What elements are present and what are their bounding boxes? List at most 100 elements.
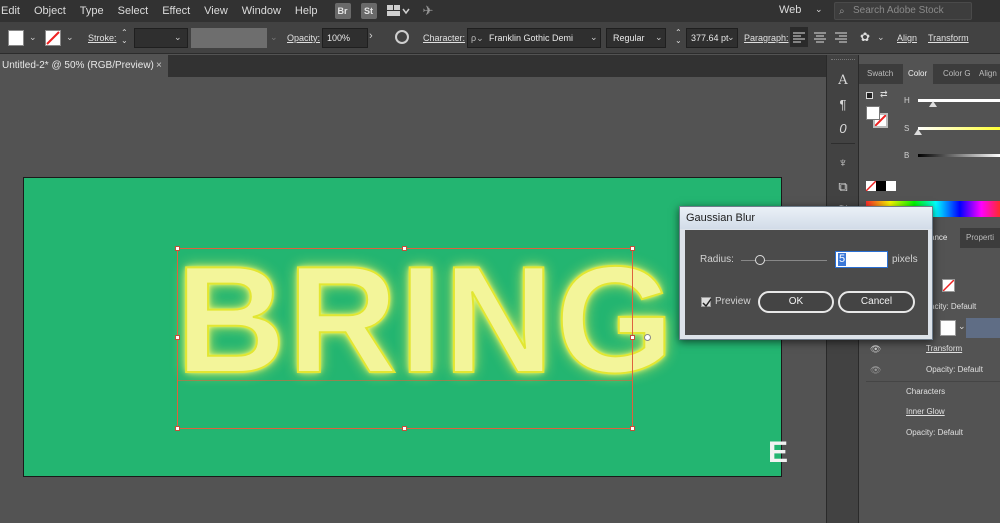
swap-fill-stroke-icon[interactable]: ⇄ [880,89,888,100]
font-size-chevron-icon[interactable]: ⌄ [727,32,735,43]
saturation-label: S [904,124,910,133]
document-tab-bar: Untitled-2* @ 50% (RGB/Preview) × [0,55,826,77]
variable-width-profile[interactable] [191,28,267,48]
search-placeholder: Search Adobe Stock [853,5,944,16]
preview-label[interactable]: Preview [715,296,751,307]
puppet-warp-icon[interactable]: ♆ [835,155,851,171]
appearance-stroke-swatch[interactable] [942,279,955,292]
radius-input[interactable]: 5 [835,251,888,268]
selection-handle-tl[interactable] [175,246,180,251]
transform-label[interactable]: Transform [928,33,969,43]
arrange-documents-icon[interactable] [386,5,410,17]
align-center-button[interactable] [811,27,829,47]
stroke-label[interactable]: Stroke: [88,33,117,43]
stroke-weight-chevron-icon[interactable]: ⌄ [174,32,182,43]
font-style-chevron-icon[interactable]: ⌄ [655,32,663,43]
profile-chevron-icon[interactable]: ⌄ [270,32,278,43]
paragraph-panel-icon[interactable]: ¶ [835,97,851,113]
gpu-rocket-icon[interactable]: ✈ [423,3,434,19]
tab-align[interactable]: Align [979,64,997,84]
touch-type-chevron-icon[interactable]: ⌄ [877,32,885,43]
watermark-logo: E [768,436,789,469]
search-adobe-stock-input[interactable]: ⌕ Search Adobe Stock [834,2,972,20]
selection-handle-ml[interactable] [175,335,180,340]
appearance-row-inner-glow[interactable]: Inner Glow [866,402,1000,422]
saturation-slider-thumb[interactable] [914,129,922,135]
document-tab-title: Untitled-2* @ 50% (RGB/Preview) [2,60,154,71]
opacity-arrow-icon[interactable]: › [369,30,373,42]
appearance-row-characters[interactable]: Characters [866,381,1000,401]
image-trace-icon[interactable]: ⧉ [835,179,851,195]
tab-swatches[interactable]: Swatch [867,64,893,84]
menu-type[interactable]: Type [73,0,111,22]
search-icon: ⌕ [839,6,845,17]
hue-slider-thumb[interactable] [929,101,937,107]
tab-color-guide[interactable]: Color G [943,64,971,84]
selection-handle-bm[interactable] [402,426,407,431]
font-family-chevron-icon[interactable]: ⌄ [590,32,598,43]
close-icon[interactable]: × [156,55,162,77]
opacity-label[interactable]: Opacity: [287,33,320,43]
panel-grip[interactable] [831,59,855,62]
radius-slider-thumb[interactable] [755,255,765,265]
opentype-panel-icon[interactable]: 0 [835,121,851,137]
default-fill-stroke-icon[interactable] [866,92,873,99]
document-tab[interactable]: Untitled-2* @ 50% (RGB/Preview) × [0,55,168,77]
menu-help[interactable]: Help [288,0,325,22]
stock-icon[interactable]: St [360,3,377,19]
menu-effect[interactable]: Effect [155,0,197,22]
menu-view[interactable]: View [197,0,235,22]
character-label[interactable]: Character: [423,33,465,43]
color-panel-tabs: Swatch Color Color G Align [859,64,1000,84]
tab-properties[interactable]: Properti [966,228,994,248]
artboard-text[interactable]: BRING [175,243,675,397]
stroke-stepper-icon[interactable]: ⌃ ⌄ [121,29,128,45]
strip-divider [831,143,855,144]
black-swatch[interactable] [876,181,886,191]
menu-edit[interactable]: Edit [0,0,27,22]
menu-object[interactable]: Object [27,0,73,22]
character-panel-icon[interactable]: A [835,73,851,89]
align-left-button[interactable] [790,27,808,47]
appearance-row-transform[interactable]: Transform [866,339,1000,359]
text-overflow-port[interactable] [644,334,651,341]
radius-unit: pixels [892,254,918,265]
appearance-row-opacity-2[interactable]: Opacity: Default [866,360,1000,380]
font-size-stepper-icon[interactable]: ⌃ ⌄ [675,29,682,45]
stroke-none-swatch[interactable] [45,30,61,46]
bridge-icon[interactable]: Br [334,3,351,19]
selection-handle-tm[interactable] [402,246,407,251]
none-swatch[interactable] [865,180,877,192]
fill-swatch[interactable] [8,30,24,46]
fill-dropdown-chevron-icon[interactable]: ⌄ [29,32,37,43]
brightness-slider[interactable] [918,154,1000,157]
touch-type-icon[interactable]: ✿ [860,30,870,44]
radius-slider-track[interactable] [741,260,827,261]
saturation-slider[interactable] [918,127,1000,130]
selection-handle-bl[interactable] [175,426,180,431]
menu-window[interactable]: Window [235,0,288,22]
cancel-button[interactable]: Cancel [838,291,915,313]
fill-color-swatch[interactable] [866,106,880,120]
recolor-artwork-icon[interactable] [395,30,409,44]
font-family-field[interactable]: ρ⌄ Franklin Gothic Demi [467,28,601,48]
appearance-fill-chevron-icon[interactable]: ⌄ [958,321,966,332]
align-right-button[interactable] [832,27,850,47]
white-swatch[interactable] [886,181,896,191]
ok-button[interactable]: OK [758,291,834,313]
workspace-switcher[interactable]: Web ⌄ [770,3,830,19]
opacity-field[interactable]: 100% [322,28,368,48]
selection-handle-tr[interactable] [630,246,635,251]
selection-handle-mr[interactable] [630,335,635,340]
align-label[interactable]: Align [897,33,917,43]
tab-color[interactable]: Color [903,64,933,84]
menu-select[interactable]: Select [111,0,156,22]
stroke-dropdown-chevron-icon[interactable]: ⌄ [66,32,74,43]
radius-value: 5 [838,253,847,266]
dialog-title[interactable]: Gaussian Blur [680,207,932,229]
preview-checkbox[interactable] [701,297,712,308]
selection-handle-br[interactable] [630,426,635,431]
appearance-fill-swatch[interactable] [940,320,956,336]
paragraph-label[interactable]: Paragraph: [744,33,789,43]
appearance-row-opacity-3[interactable]: Opacity: Default [866,423,1000,443]
